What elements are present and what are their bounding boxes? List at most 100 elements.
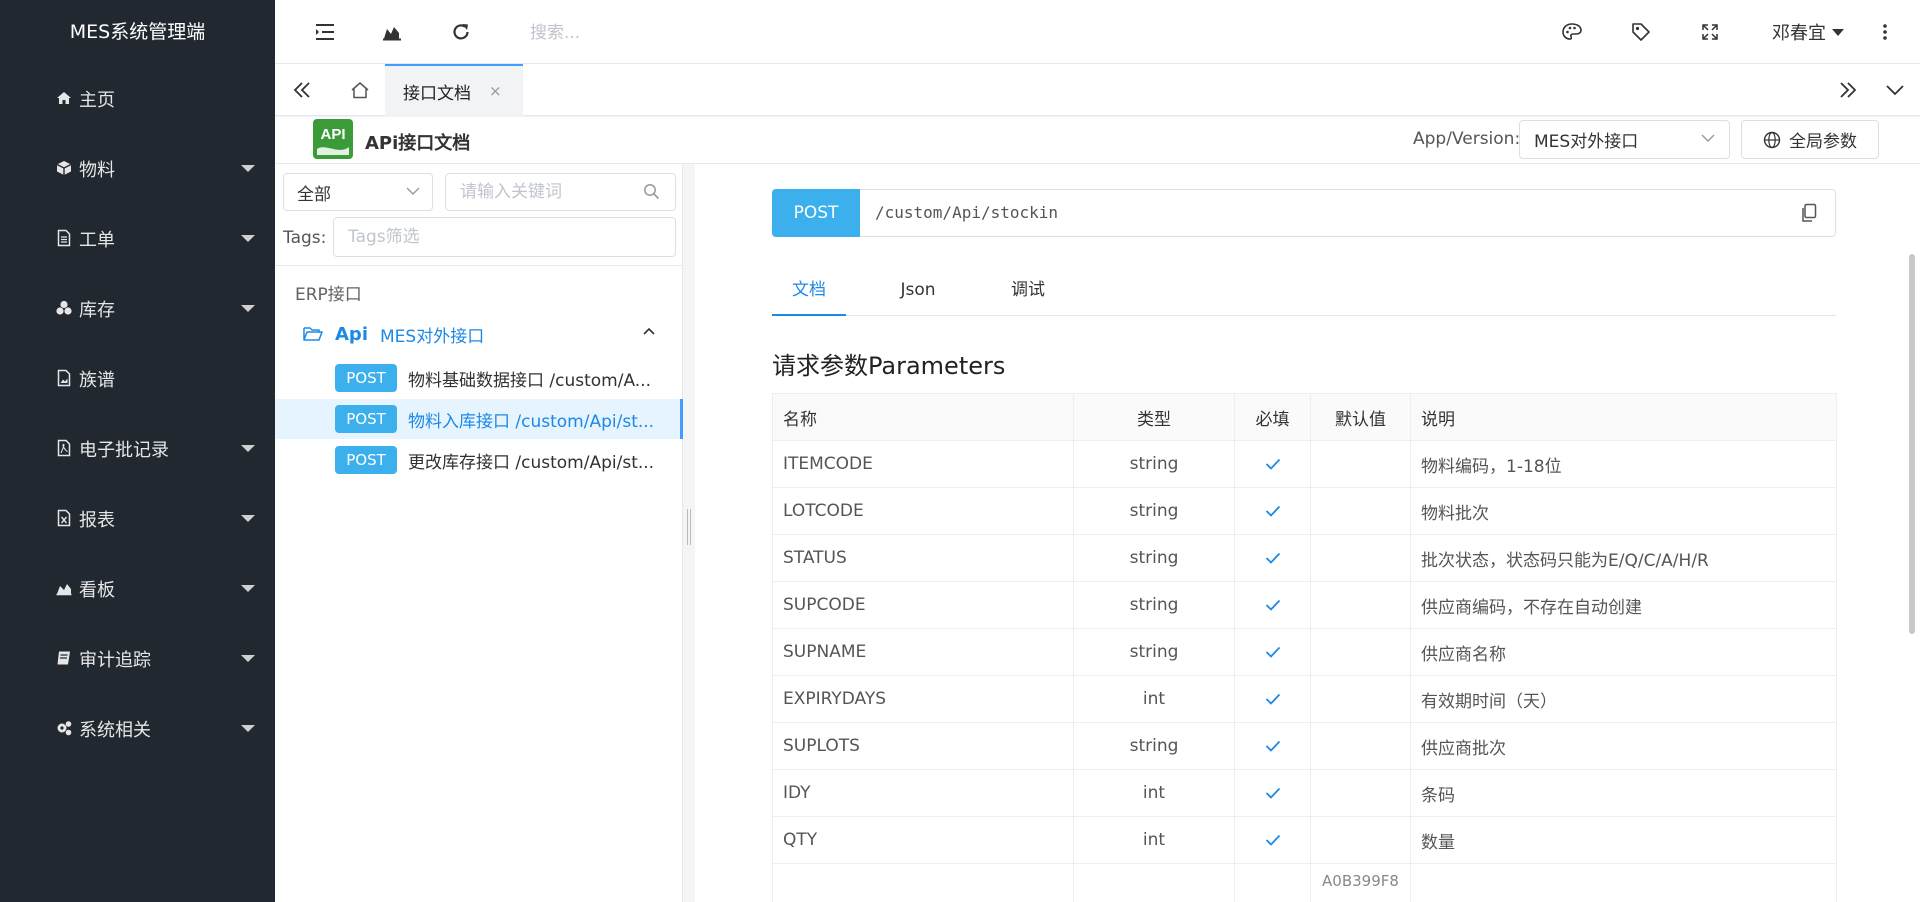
api-logo-icon: API bbox=[313, 119, 353, 159]
col-header-type: 类型 bbox=[1073, 393, 1235, 441]
param-default bbox=[1310, 581, 1411, 629]
sidebar-item-ebr[interactable]: 电子批记录 bbox=[0, 414, 275, 484]
param-name: SUPCODE bbox=[772, 581, 1074, 629]
globe-icon bbox=[1763, 131, 1789, 149]
sidebar-item-label: 电子批记录 bbox=[79, 440, 169, 461]
tab-api-doc[interactable]: 接口文档 × bbox=[385, 64, 523, 116]
col-header-name: 名称 bbox=[772, 393, 1074, 441]
table-row: SUPLOTS string 供应商批次 bbox=[772, 722, 1837, 770]
chevron-up-icon[interactable] bbox=[643, 327, 655, 335]
sidebar-item-reports[interactable]: 报表 bbox=[0, 484, 275, 554]
sidebar-item-dashboard[interactable]: 看板 bbox=[0, 554, 275, 624]
sidebar-item-workorder[interactable]: 工单 bbox=[0, 204, 275, 274]
double-chevron-left-icon[interactable] bbox=[287, 75, 317, 105]
fullscreen-icon[interactable] bbox=[1696, 18, 1724, 46]
tab-json[interactable]: Json bbox=[890, 274, 946, 316]
api-group-item[interactable]: Api MES对外接口 bbox=[303, 319, 663, 349]
api-item-material-base[interactable]: POST 物料基础数据接口 /custom/A... bbox=[275, 358, 683, 398]
param-default bbox=[1310, 769, 1411, 817]
param-type: string bbox=[1073, 487, 1235, 535]
user-menu[interactable]: 邓春宜 bbox=[1772, 18, 1844, 46]
tree-root-label: ERP接口 bbox=[295, 285, 362, 305]
tab-doc[interactable]: 文档 bbox=[772, 274, 846, 316]
tab-debug[interactable]: 调试 bbox=[1002, 274, 1054, 316]
svg-text:API: API bbox=[320, 126, 345, 143]
cube-icon bbox=[55, 159, 75, 179]
global-params-button[interactable]: 全局参数 bbox=[1741, 120, 1879, 159]
sidebar-item-label: 主页 bbox=[79, 90, 115, 111]
group-filter-select[interactable]: 全部 bbox=[283, 173, 433, 211]
keyword-search-input[interactable] bbox=[445, 173, 676, 211]
search-input[interactable] bbox=[530, 18, 830, 48]
param-default bbox=[1310, 440, 1411, 488]
caret-down-icon bbox=[241, 305, 255, 312]
app-version-select[interactable]: MES对外接口 bbox=[1519, 120, 1730, 159]
api-item-stockin[interactable]: POST 物料入库接口 /custom/Api/st... bbox=[275, 399, 683, 439]
param-default bbox=[1310, 816, 1411, 864]
tab-home[interactable] bbox=[335, 64, 385, 116]
params-table: 名称 类型 必填 默认值 说明 ITEMCODE string 物料编码，1-1… bbox=[772, 393, 1837, 902]
sidebar-item-audit[interactable]: 审计追踪 bbox=[0, 624, 275, 694]
refresh-icon[interactable] bbox=[447, 18, 475, 46]
home-icon bbox=[55, 89, 75, 109]
sidebar-item-label: 审计追踪 bbox=[79, 650, 151, 671]
app-version-value: MES对外接口 bbox=[1534, 132, 1639, 152]
copy-icon[interactable] bbox=[1801, 203, 1817, 223]
api-group-name: Api bbox=[335, 323, 368, 345]
more-vertical-icon[interactable] bbox=[1871, 18, 1899, 46]
area-chart-icon bbox=[55, 579, 75, 599]
check-icon bbox=[1234, 440, 1311, 488]
area-chart-icon[interactable] bbox=[378, 18, 406, 46]
param-default bbox=[1310, 628, 1411, 676]
sidebar-item-home[interactable]: 主页 bbox=[0, 64, 275, 134]
param-type: int bbox=[1073, 769, 1235, 817]
sidebar: MES系统管理端 主页 物料 工单 库存 族谱 电子批记录 报表 看板 审计追踪… bbox=[0, 0, 275, 902]
params-heading: 请求参数Parameters bbox=[772, 352, 1006, 380]
chevron-down-icon[interactable] bbox=[1880, 75, 1910, 105]
param-default: A0B399F8 bbox=[1310, 863, 1411, 902]
col-header-desc: 说明 bbox=[1410, 393, 1837, 441]
home-outline-icon bbox=[350, 81, 370, 99]
drag-handle-icon bbox=[687, 509, 691, 545]
param-type: int bbox=[1073, 675, 1235, 723]
param-name: LOTCODE bbox=[772, 487, 1074, 535]
sidebar-item-system[interactable]: 系统相关 bbox=[0, 694, 275, 764]
endpoint-method-badge: POST bbox=[772, 189, 860, 237]
caret-down-icon bbox=[241, 165, 255, 172]
tag-icon[interactable] bbox=[1627, 18, 1655, 46]
palette-icon[interactable] bbox=[1558, 18, 1586, 46]
param-name: STATUS bbox=[772, 534, 1074, 582]
doc-title: APi接口文档 bbox=[365, 133, 471, 154]
panel-splitter[interactable] bbox=[683, 164, 695, 902]
param-type: string bbox=[1073, 581, 1235, 629]
check-icon bbox=[1234, 487, 1311, 535]
doc-tabs: 文档 Json 调试 bbox=[772, 274, 1836, 316]
scrollbar[interactable] bbox=[1909, 254, 1915, 634]
param-desc: 物料批次 bbox=[1410, 487, 1837, 535]
chevron-down-icon bbox=[1701, 133, 1715, 143]
method-badge: POST bbox=[335, 446, 397, 474]
col-header-required: 必填 bbox=[1234, 393, 1311, 441]
table-header-row: 名称 类型 必填 默认值 说明 bbox=[772, 393, 1837, 441]
doc-header: API APi接口文档 App/Version: MES对外接口 全局参数 bbox=[275, 117, 1920, 164]
sidebar-item-genealogy[interactable]: 族谱 bbox=[0, 344, 275, 414]
sidebar-item-label: 族谱 bbox=[79, 370, 115, 391]
sidebar-item-material[interactable]: 物料 bbox=[0, 134, 275, 204]
file-image-icon bbox=[55, 369, 75, 389]
double-chevron-right-icon[interactable] bbox=[1833, 75, 1863, 105]
check-icon bbox=[1234, 581, 1311, 629]
group-filter-value: 全部 bbox=[297, 184, 331, 205]
close-icon[interactable]: × bbox=[489, 82, 502, 100]
api-item-stock-change[interactable]: POST 更改库存接口 /custom/Api/st... bbox=[275, 440, 683, 480]
tags-filter-input[interactable] bbox=[333, 217, 676, 257]
top-bar: 邓春宜 bbox=[275, 0, 1920, 64]
sidebar-item-label: 看板 bbox=[79, 580, 115, 601]
menu-toggle-icon[interactable] bbox=[311, 18, 339, 46]
sidebar-item-inventory[interactable]: 库存 bbox=[0, 274, 275, 344]
app-version-label: App/Version: bbox=[1413, 129, 1521, 149]
cubes-icon bbox=[55, 299, 75, 319]
check-icon bbox=[1234, 769, 1311, 817]
api-doc-content: POST /custom/Api/stockin 文档 Json 调试 请求参数… bbox=[695, 164, 1920, 902]
book-icon bbox=[55, 649, 75, 669]
search-icon[interactable] bbox=[643, 183, 660, 200]
